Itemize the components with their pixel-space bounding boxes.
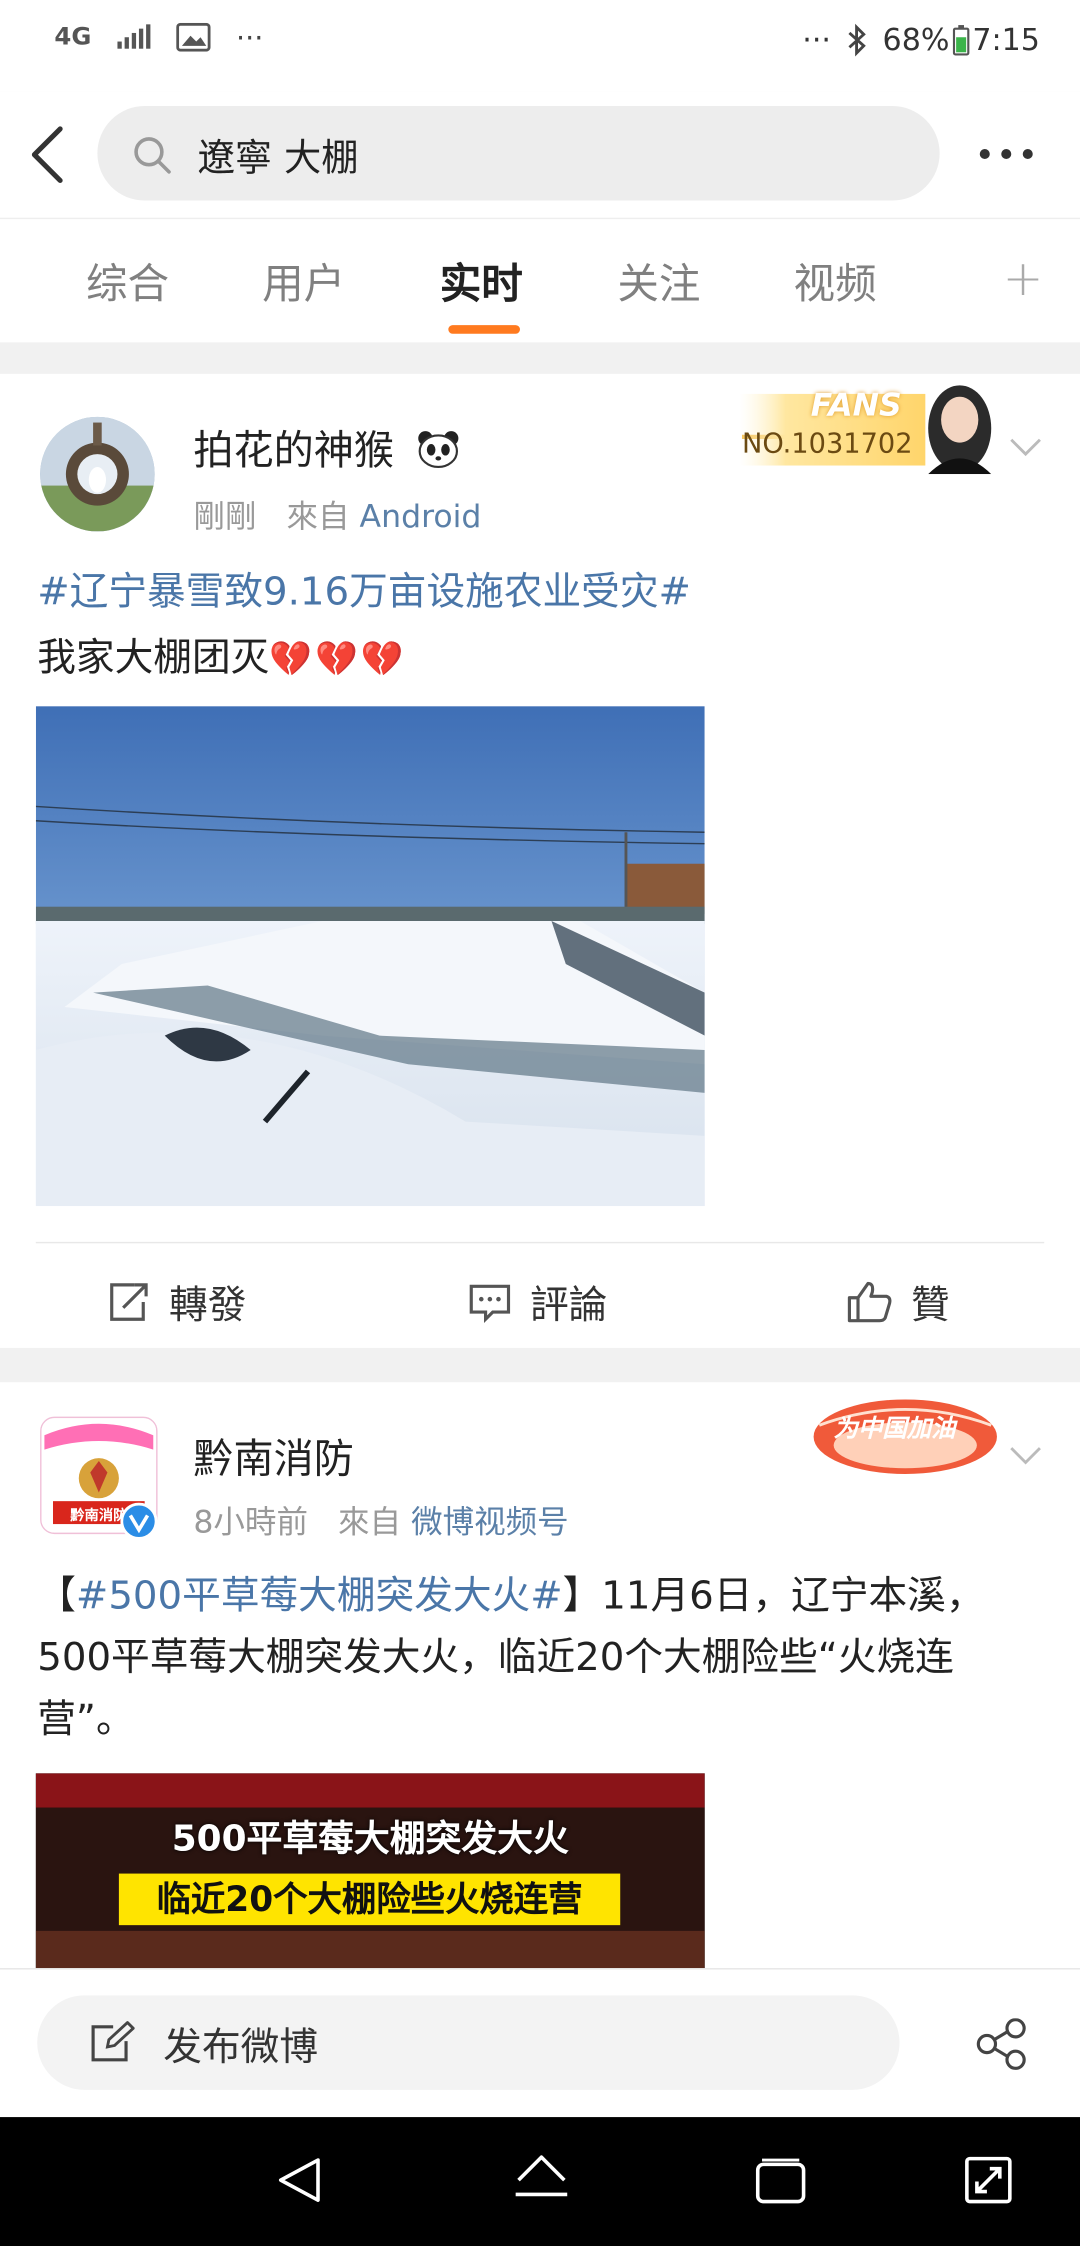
bluetooth-icon [848, 23, 867, 57]
nav-expand-icon[interactable] [963, 2154, 1015, 2206]
battery-percent: 68% [882, 22, 950, 58]
like-button[interactable]: 贊 [845, 1273, 950, 1329]
nav-recents-icon[interactable] [753, 2157, 807, 2206]
active-tab-indicator [448, 325, 520, 334]
network-label: 4G [54, 22, 92, 52]
signal-icon [117, 24, 151, 49]
post-meta: 剛剛 來自 Android [193, 491, 481, 537]
battery-icon [952, 25, 970, 56]
username[interactable]: 拍花的神猴 [193, 420, 461, 477]
post-time: 8小時前 [193, 1505, 308, 1542]
tab-realtime[interactable]: 实时 [440, 251, 523, 311]
post-image[interactable] [35, 706, 705, 1207]
video-caption-2: 临近20个大棚险些火烧连营 [118, 1873, 621, 1926]
tab-users[interactable]: 用户 [262, 251, 345, 311]
comment-icon [469, 1284, 511, 1323]
video-caption-1: 500平草莓大棚突发大火 [171, 1817, 569, 1860]
chevron-down-icon[interactable] [1008, 428, 1042, 462]
nav-home-icon[interactable] [513, 2151, 570, 2208]
comment-button[interactable]: 評論 [467, 1273, 607, 1329]
fans-number: NO.1031702 [741, 428, 913, 460]
system-nav-bar [0, 2117, 1080, 2246]
nav-back-icon[interactable] [275, 2154, 327, 2206]
search-query: 遼寧 大棚 [197, 137, 359, 181]
fans-title: FANS [810, 388, 902, 424]
repost-button[interactable]: 轉發 [106, 1273, 246, 1329]
post-divider [35, 1241, 1045, 1244]
panda-icon [418, 431, 459, 469]
fans-badge[interactable]: FANS NO.1031702 [728, 380, 1007, 475]
hashtag-link[interactable]: #500平草莓大棚突发大火# [76, 1574, 563, 1618]
compose-button[interactable]: 发布微博 [37, 1995, 900, 2090]
tab-bar: 综合 用户 实时 关注 视频 + [0, 219, 1080, 343]
video-thumbnail[interactable]: 500平草莓大棚突发大火 临近20个大棚险些火烧连营 [35, 1773, 705, 1974]
post-time: 剛剛 [193, 499, 257, 536]
broken-heart-icon: 💔💔💔 [269, 638, 407, 679]
add-tab-button[interactable]: + [1003, 251, 1044, 308]
post-body: 我家大棚团灭 [37, 635, 270, 681]
search-input[interactable]: 遼寧 大棚 [97, 105, 940, 201]
share-icon[interactable] [974, 2018, 1028, 2070]
tab-following[interactable]: 关注 [617, 251, 700, 311]
thumbs-up-icon [847, 1281, 892, 1322]
post-actions: 轉發 評論 贊 [0, 1245, 1080, 1345]
status-left: 4G ··· [54, 20, 263, 54]
tab-video[interactable]: 视频 [794, 251, 877, 311]
post-source[interactable]: Android [360, 500, 482, 536]
verified-icon [120, 1502, 158, 1540]
post-text: #辽宁暴雪致9.16万亩设施农业受灾# 我家大棚团灭💔💔💔 [37, 560, 691, 692]
post-text: 【#500平草莓大棚突发大火#】11月6日，辽宁本溪，500平草莓大棚突发大火，… [37, 1574, 985, 1742]
edit-icon [91, 2021, 135, 2062]
hashtag-link[interactable]: #辽宁暴雪致9.16万亩设施农业受灾# [37, 560, 691, 626]
from-label: 來自 [338, 1505, 402, 1542]
image-icon [175, 22, 211, 52]
avatar[interactable] [40, 416, 155, 532]
status-more-right: ··· [802, 22, 831, 58]
status-bar: 4G ··· ··· 68% 7:15 [0, 0, 1080, 92]
post-meta: 8小時前 來自 微博视频号 [193, 1497, 568, 1543]
username[interactable]: 黔南消防 [193, 1428, 353, 1485]
clock: 7:15 [972, 22, 1040, 58]
post-source[interactable]: 微博视频号 [411, 1505, 569, 1541]
post-card[interactable]: 黔南消防 黔南消防 8小時前 來自 微博视频号 为中国加油 【#500平草莓大棚… [0, 1382, 1080, 1984]
from-label: 來自 [286, 499, 350, 536]
cheer-badge[interactable]: 为中国加油 [811, 1382, 1002, 1479]
tab-comprehensive[interactable]: 综合 [86, 251, 169, 311]
status-right: ··· 68% 7:15 [802, 23, 1040, 57]
repost-icon [110, 1282, 148, 1321]
search-header: 遼寧 大棚 [0, 91, 1080, 220]
more-options-icon[interactable] [979, 148, 1033, 159]
post-card[interactable]: 拍花的神猴 剛剛 來自 Android FANS NO.1031702 #辽宁暴… [0, 373, 1080, 1348]
compose-bar: 发布微博 [0, 1968, 1080, 2119]
search-icon [134, 137, 171, 174]
cheer-text: 为中国加油 [833, 1415, 956, 1444]
chevron-down-icon[interactable] [1008, 1437, 1042, 1471]
back-arrow-icon[interactable] [26, 123, 72, 186]
status-more-left: ··· [236, 20, 264, 55]
